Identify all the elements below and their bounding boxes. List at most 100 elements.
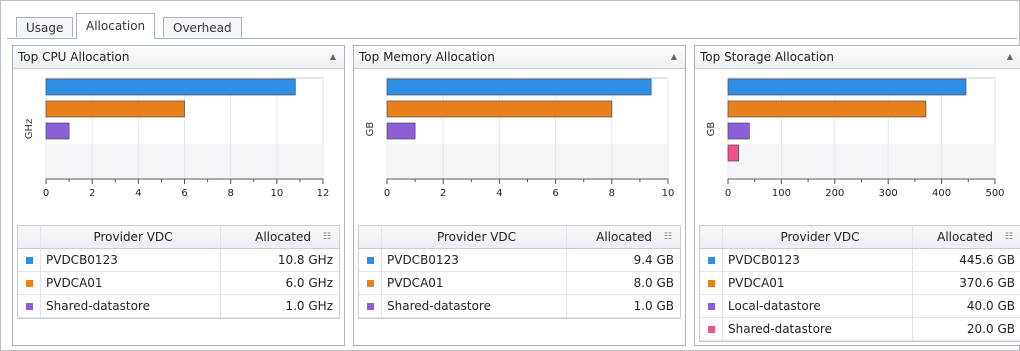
x-tick-label: 0: [384, 188, 390, 199]
provider-vdc-cell: Shared-datastore: [723, 318, 913, 340]
provider-vdc-cell: Local-datastore: [723, 295, 913, 317]
x-tick-label: 8: [227, 188, 233, 199]
y-axis-title: GB: [365, 122, 376, 137]
x-tick-label: 400: [932, 188, 951, 199]
series-color-marker: [700, 318, 723, 340]
tab-usage[interactable]: Usage: [16, 17, 74, 37]
x-tick-label: 500: [985, 188, 1004, 199]
x-tick-label: 4: [496, 188, 502, 199]
memory-allocation-panel: Top Memory Allocation ▲ 0 2 4 6 8 10 GB Provid…: [353, 45, 686, 346]
bar: [727, 100, 927, 118]
column-options-icon[interactable]: ☷: [323, 226, 331, 248]
series-color-marker: [18, 295, 41, 317]
plot-band: [729, 144, 994, 178]
color-swatch: [708, 280, 715, 287]
color-swatch: [708, 326, 715, 333]
allocated-cell: 445.6 GB: [959, 253, 1015, 267]
provider-vdc-cell: PVDCB0123: [41, 249, 221, 271]
collapse-icon[interactable]: ▲: [330, 46, 336, 68]
table-row[interactable]: PVDCB0123 445.6 GB: [700, 249, 1020, 272]
allocated-column-header[interactable]: Allocated ☷: [567, 226, 680, 248]
allocated-cell: 6.0 GHz: [285, 276, 333, 290]
panel-title: Top CPU Allocation: [18, 50, 130, 64]
color-swatch: [367, 303, 374, 310]
provider-vdc-column-header[interactable]: Provider VDC: [41, 226, 221, 248]
panel-header: Top Storage Allocation ▲: [695, 46, 1020, 69]
bar: [386, 122, 416, 140]
allocated-cell: 10.8 GHz: [277, 253, 333, 267]
memory-allocation-grid: Provider VDC Allocated ☷ PVDCB0123 9.4 GB P…: [358, 225, 681, 319]
provider-vdc-cell: Shared-datastore: [382, 295, 567, 317]
allocated-column-header[interactable]: Allocated ☷: [221, 226, 339, 248]
provider-vdc-cell: PVDCB0123: [382, 249, 567, 271]
marker-column-header: [359, 226, 382, 248]
table-row[interactable]: PVDCB0123 9.4 GB: [359, 249, 680, 272]
series-color-marker: [359, 295, 382, 317]
provider-vdc-cell: PVDCB0123: [723, 249, 913, 271]
allocated-cell: 370.6 GB: [959, 276, 1015, 290]
table-row[interactable]: PVDCB0123 10.8 GHz: [18, 249, 339, 272]
color-swatch: [708, 257, 715, 264]
bar: [727, 122, 750, 140]
table-row[interactable]: PVDCA01 370.6 GB: [700, 272, 1020, 295]
bar: [45, 78, 296, 96]
series-color-marker: [700, 295, 723, 317]
panel-title: Top Storage Allocation: [700, 50, 834, 64]
x-tick-label: 10: [270, 188, 283, 199]
bar: [727, 144, 740, 162]
table-row[interactable]: Shared-datastore 1.0 GHz: [18, 295, 339, 318]
x-tick-label: 2: [440, 188, 446, 199]
storage-allocation-panel: Top Storage Allocation ▲ 0 100 200 300 400 50…: [694, 45, 1020, 346]
tab-overhead[interactable]: Overhead: [163, 17, 242, 37]
y-axis-title: GHz: [24, 119, 35, 140]
cpu-allocation-chart: 0 2 4 6 8 10 12 GHz: [24, 77, 330, 199]
allocation-view: Usage Allocation Overhead Top CPU Alloca…: [0, 0, 1020, 351]
bar: [386, 100, 613, 118]
tab-allocation[interactable]: Allocation: [76, 13, 156, 39]
color-swatch: [708, 303, 715, 310]
y-axis-title: GB: [706, 122, 717, 137]
x-tick-label: 12: [317, 188, 330, 199]
bar: [386, 78, 652, 96]
allocated-cell: 1.0 GB: [633, 299, 674, 313]
column-options-icon[interactable]: ☷: [1005, 226, 1013, 248]
color-swatch: [26, 280, 33, 287]
x-tick-label: 300: [879, 188, 898, 199]
allocated-cell: 40.0 GB: [966, 299, 1015, 313]
plot-band: [388, 144, 667, 178]
table-row[interactable]: Shared-datastore 20.0 GB: [700, 318, 1020, 341]
storage-allocation-grid: Provider VDC Allocated ☷ PVDCB0123 445.6 G…: [699, 225, 1020, 342]
column-options-icon[interactable]: ☷: [664, 226, 672, 248]
provider-vdc-cell: PVDCA01: [41, 272, 221, 294]
table-row[interactable]: PVDCA01 8.0 GB: [359, 272, 680, 295]
provider-vdc-cell: PVDCA01: [723, 272, 913, 294]
color-swatch: [367, 257, 374, 264]
marker-column-header: [18, 226, 41, 248]
allocated-column-header[interactable]: Allocated ☷: [913, 226, 1020, 248]
series-color-marker: [18, 272, 41, 294]
grid-header: Provider VDC Allocated ☷: [700, 226, 1020, 249]
cpu-allocation-grid: Provider VDC Allocated ☷ PVDCB0123 10.8 GH…: [17, 225, 340, 319]
table-row[interactable]: PVDCA01 6.0 GHz: [18, 272, 339, 295]
provider-vdc-cell: Shared-datastore: [41, 295, 221, 317]
panel-title: Top Memory Allocation: [359, 50, 495, 64]
x-tick-label: 200: [825, 188, 844, 199]
x-tick-label: 0: [43, 188, 49, 199]
provider-vdc-cell: PVDCA01: [382, 272, 567, 294]
series-color-marker: [359, 272, 382, 294]
marker-column-header: [700, 226, 723, 248]
provider-vdc-column-header[interactable]: Provider VDC: [723, 226, 913, 248]
allocated-cell: 9.4 GB: [633, 253, 674, 267]
grid-header: Provider VDC Allocated ☷: [359, 226, 680, 249]
provider-vdc-column-header[interactable]: Provider VDC: [382, 226, 567, 248]
table-row[interactable]: Shared-datastore 1.0 GB: [359, 295, 680, 318]
series-color-marker: [18, 249, 41, 271]
x-tick-label: 10: [662, 188, 675, 199]
panel-header: Top Memory Allocation ▲: [354, 46, 685, 69]
table-row[interactable]: Local-datastore 40.0 GB: [700, 295, 1020, 318]
x-tick-label: 6: [181, 188, 187, 199]
collapse-icon[interactable]: ▲: [1007, 46, 1013, 68]
x-tick-label: 8: [609, 188, 615, 199]
x-tick-label: 4: [135, 188, 141, 199]
collapse-icon[interactable]: ▲: [671, 46, 677, 68]
